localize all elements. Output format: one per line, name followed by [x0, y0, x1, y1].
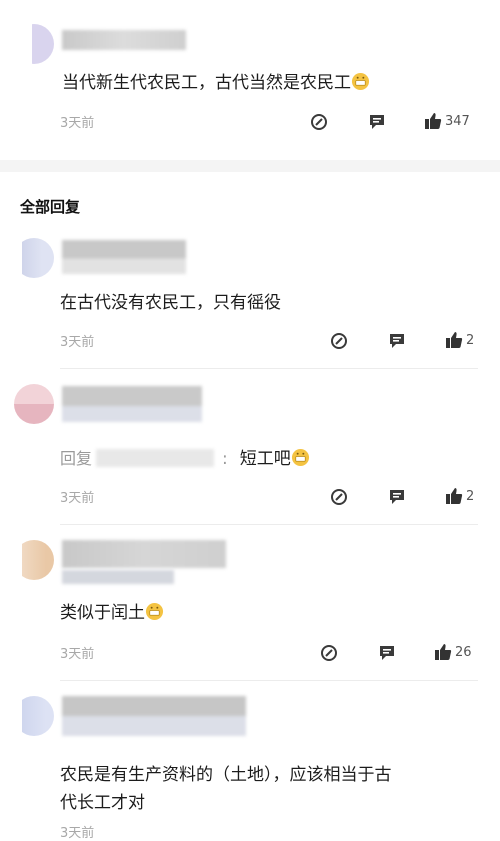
chat-bubble-icon — [370, 115, 384, 129]
avatar[interactable] — [14, 696, 54, 736]
reply-button[interactable] — [310, 113, 328, 131]
like-count: 2 — [466, 332, 475, 348]
reply-text: 类似于闰土 — [60, 598, 164, 623]
reply-text-line2: 代长工才对 — [60, 793, 145, 813]
like-count: 26 — [455, 644, 472, 660]
edit-icon — [311, 114, 327, 130]
username-blurred — [62, 696, 246, 736]
like-button[interactable]: 2 — [445, 487, 474, 505]
mentioned-user-blurred[interactable] — [96, 449, 215, 467]
username-blurred — [62, 30, 186, 50]
thumbs-up-icon — [425, 113, 442, 129]
like-count: 2 — [466, 488, 475, 504]
like-button[interactable]: 347 — [424, 112, 470, 130]
comment-text: 当代新生代农民工，古代当然是农民工 — [62, 68, 370, 93]
like-button[interactable]: 2 — [445, 331, 474, 349]
chat-bubble-icon — [390, 334, 404, 348]
grin-emoji-icon — [145, 602, 164, 621]
reply-time: 3天前 — [60, 826, 95, 841]
grin-emoji-icon — [351, 72, 370, 91]
reply-button[interactable] — [320, 644, 338, 662]
reply-prefix: 回复 — [60, 449, 93, 468]
reply-text: 回复: 短工吧 — [60, 444, 310, 469]
reply-separator: : — [222, 449, 228, 469]
avatar[interactable] — [14, 238, 54, 278]
comment-button[interactable] — [388, 488, 406, 506]
comment-time: 3天前 — [60, 116, 95, 131]
grin-emoji-icon — [291, 448, 309, 467]
reply-time: 3天前 — [60, 335, 95, 350]
user-tagline-blurred — [62, 570, 174, 584]
reply-time: 3天前 — [60, 647, 95, 662]
thumbs-up-icon — [435, 644, 452, 660]
username-blurred — [62, 240, 186, 274]
edit-icon — [331, 333, 347, 349]
reply-button[interactable] — [330, 332, 348, 350]
like-count: 347 — [445, 113, 470, 129]
section-title: 全部回复 — [20, 198, 81, 216]
comment-button[interactable] — [378, 644, 396, 662]
thumbs-up-icon — [446, 488, 463, 504]
avatar[interactable] — [14, 384, 54, 424]
row-divider — [60, 368, 478, 369]
comment-button[interactable] — [388, 332, 406, 350]
like-button[interactable]: 26 — [434, 643, 472, 661]
comment-button[interactable] — [368, 113, 386, 131]
edit-icon — [331, 489, 347, 505]
chat-bubble-icon — [380, 646, 394, 660]
username-blurred — [62, 540, 226, 568]
reply-time: 3天前 — [60, 491, 95, 506]
reply-text: 在古代没有农民工，只有徭役 — [60, 293, 281, 313]
row-divider — [60, 524, 478, 525]
chat-bubble-icon — [390, 490, 404, 504]
avatar[interactable] — [14, 540, 54, 580]
avatar[interactable] — [14, 24, 54, 64]
row-divider — [60, 680, 478, 681]
username-blurred — [62, 386, 202, 422]
thumbs-up-icon — [446, 332, 463, 348]
section-divider — [0, 160, 500, 172]
reply-button[interactable] — [330, 488, 348, 506]
reply-text: 农民是有生产资料的（土地），应该相当于古 — [60, 765, 392, 785]
edit-icon — [321, 645, 337, 661]
